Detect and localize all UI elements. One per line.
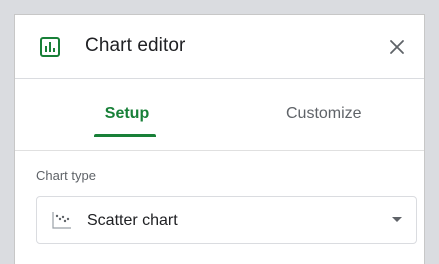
chart-type-dropdown[interactable]: Scatter chart — [36, 196, 417, 244]
chart-type-value: Scatter chart — [87, 212, 178, 229]
chart-editor-icon — [40, 37, 60, 57]
chevron-down-icon — [392, 217, 402, 222]
chart-editor-header: Chart editor — [15, 15, 424, 79]
editor-tabs: Setup Customize — [15, 79, 424, 151]
active-tab-indicator — [94, 134, 156, 137]
scatter-chart-icon — [52, 212, 71, 229]
chart-editor-panel: Chart editor Setup Customize Chart type … — [14, 14, 425, 264]
chart-editor-title: Chart editor — [85, 35, 186, 56]
tab-customize[interactable]: Customize — [286, 105, 362, 123]
chart-type-label: Chart type — [36, 168, 96, 183]
tab-setup[interactable]: Setup — [97, 105, 157, 123]
close-icon[interactable] — [388, 38, 406, 56]
